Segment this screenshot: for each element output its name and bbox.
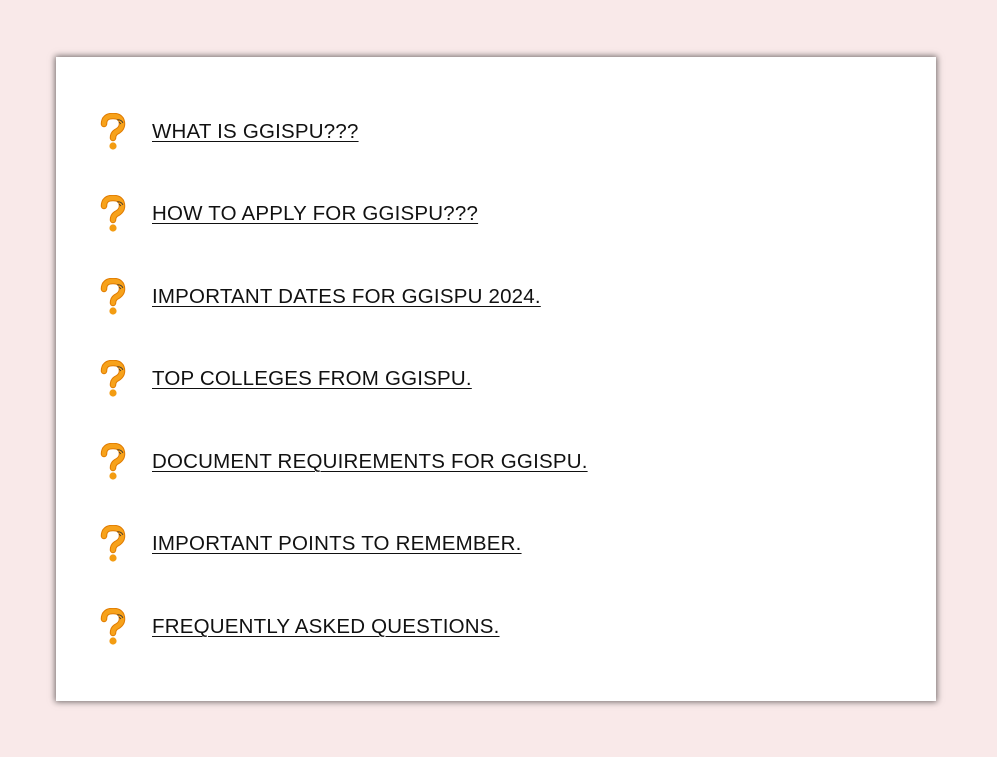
list-item: WHAT IS GGISPU???: [98, 112, 359, 152]
list-item: DOCUMENT REQUIREMENTS FOR GGISPU.: [98, 442, 588, 482]
table-of-contents-card: WHAT IS GGISPU??? HOW TO APPLY FOR GGISP…: [56, 57, 936, 701]
list-item: FREQUENTLY ASKED QUESTIONS.: [98, 607, 500, 647]
toc-link-what-is[interactable]: WHAT IS GGISPU???: [152, 120, 359, 144]
toc-link-how-to-apply[interactable]: HOW TO APPLY FOR GGISPU???: [152, 202, 478, 226]
question-mark-icon: [98, 607, 128, 646]
toc-link-document-requirements[interactable]: DOCUMENT REQUIREMENTS FOR GGISPU.: [152, 450, 588, 474]
question-mark-icon: [98, 194, 128, 233]
toc-link-important-dates[interactable]: IMPORTANT DATES FOR GGISPU 2024.: [152, 285, 541, 309]
list-item: TOP COLLEGES FROM GGISPU.: [98, 359, 472, 399]
question-mark-icon: [98, 442, 128, 481]
question-mark-icon: [98, 359, 128, 398]
list-item: IMPORTANT DATES FOR GGISPU 2024.: [98, 277, 541, 317]
question-mark-icon: [98, 524, 128, 563]
list-item: HOW TO APPLY FOR GGISPU???: [98, 194, 478, 234]
question-mark-icon: [98, 112, 128, 151]
question-mark-icon: [98, 277, 128, 316]
toc-link-top-colleges[interactable]: TOP COLLEGES FROM GGISPU.: [152, 367, 472, 391]
toc-link-faq[interactable]: FREQUENTLY ASKED QUESTIONS.: [152, 615, 500, 639]
toc-link-important-points[interactable]: IMPORTANT POINTS TO REMEMBER.: [152, 532, 522, 556]
list-item: IMPORTANT POINTS TO REMEMBER.: [98, 524, 522, 564]
